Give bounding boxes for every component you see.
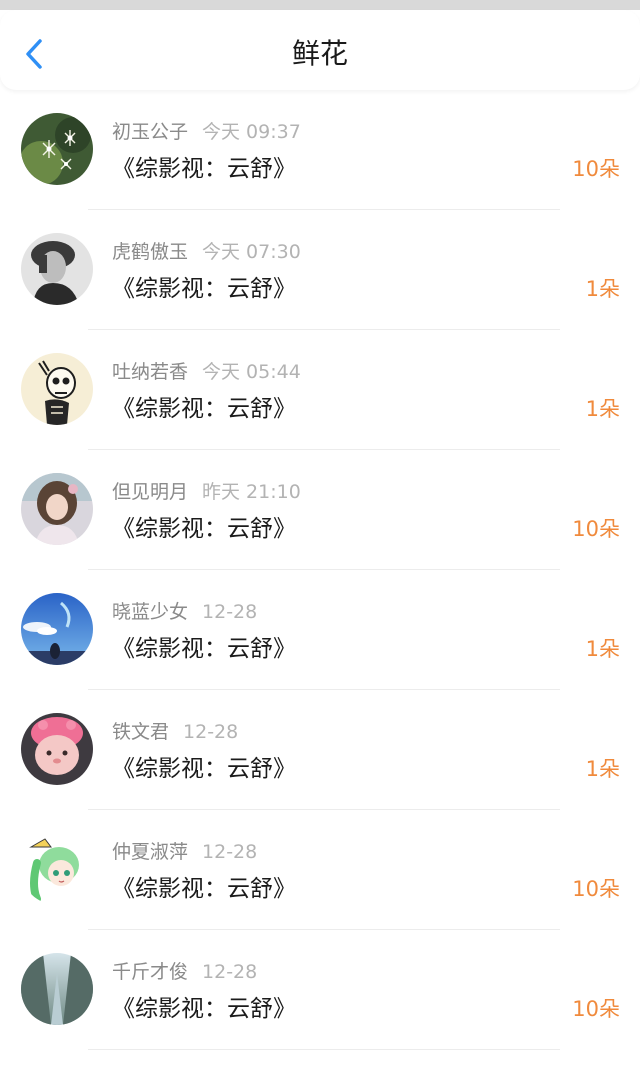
flower-count: 10朵 (572, 877, 620, 901)
user-name[interactable]: 铁文君 (112, 721, 169, 743)
flower-count: 10朵 (572, 997, 620, 1021)
user-name[interactable]: 初玉公子 (112, 121, 188, 143)
list-item[interactable]: 初玉公子 今天 09:37 《综影视：云舒》 10朵 (0, 90, 640, 210)
book-title: 《综影视：云舒》 (112, 516, 296, 542)
timestamp: 12-28 (202, 841, 258, 863)
flower-count: 1朵 (585, 757, 620, 781)
timestamp: 12-28 (202, 961, 258, 983)
item-meta: 虎鹤傲玉 今天 07:30 (112, 239, 301, 265)
flower-count: 10朵 (572, 517, 620, 541)
avatar-bw-portrait[interactable] (21, 233, 93, 305)
flower-list: 初玉公子 今天 09:37 《综影视：云舒》 10朵 虎鹤傲玉 今天 07:30 《… (0, 90, 640, 1050)
avatar-tree-tunnel[interactable] (21, 953, 93, 1025)
item-meta: 晓蓝少女 12-28 (112, 599, 257, 625)
item-meta: 铁文君 12-28 (112, 719, 238, 745)
list-item[interactable]: 晓蓝少女 12-28 《综影视：云舒》 1朵 (0, 570, 640, 690)
list-item[interactable]: 虎鹤傲玉 今天 07:30 《综影视：云舒》 1朵 (0, 210, 640, 330)
page-title: 鲜花 (291, 37, 348, 70)
user-name[interactable]: 但见明月 (112, 481, 188, 503)
timestamp: 今天 09:37 (202, 121, 301, 143)
user-name[interactable]: 虎鹤傲玉 (112, 241, 188, 263)
nav-header: 鲜花 (0, 10, 640, 90)
timestamp: 今天 05:44 (202, 361, 301, 383)
list-item[interactable]: 千斤才俊 12-28 《综影视：云舒》 10朵 (0, 930, 640, 1050)
avatar-green-anime[interactable] (21, 833, 93, 905)
flower-count: 10朵 (572, 157, 620, 181)
book-title: 《综影视：云舒》 (112, 996, 296, 1022)
item-meta: 吐纳若香 今天 05:44 (112, 359, 301, 385)
item-meta: 仲夏淑萍 12-28 (112, 839, 257, 865)
timestamp: 今天 07:30 (202, 241, 301, 263)
timestamp: 昨天 21:10 (202, 481, 301, 503)
item-meta: 千斤才俊 12-28 (112, 959, 257, 985)
user-name[interactable]: 千斤才俊 (112, 961, 188, 983)
divider (88, 1049, 560, 1050)
item-meta: 初玉公子 今天 09:37 (112, 119, 301, 145)
avatar-girl-photo[interactable] (21, 473, 93, 545)
book-title: 《综影视：云舒》 (112, 636, 296, 662)
avatar-skull-sketch[interactable] (21, 353, 93, 425)
avatar-sparkle-flowers[interactable] (21, 113, 93, 185)
flower-count: 1朵 (585, 277, 620, 301)
status-strip (0, 0, 640, 10)
list-item[interactable]: 但见明月 昨天 21:10 《综影视：云舒》 10朵 (0, 450, 640, 570)
user-name[interactable]: 吐纳若香 (112, 361, 188, 383)
timestamp: 12-28 (183, 721, 239, 743)
timestamp: 12-28 (202, 601, 258, 623)
book-title: 《综影视：云舒》 (112, 156, 296, 182)
list-item[interactable]: 吐纳若香 今天 05:44 《综影视：云舒》 1朵 (0, 330, 640, 450)
list-item[interactable]: 铁文君 12-28 《综影视：云舒》 1朵 (0, 690, 640, 810)
book-title: 《综影视：云舒》 (112, 396, 296, 422)
flower-count: 1朵 (585, 397, 620, 421)
avatar-blue-sky[interactable] (21, 593, 93, 665)
user-name[interactable]: 晓蓝少女 (112, 601, 188, 623)
flower-count: 1朵 (585, 637, 620, 661)
list-item[interactable]: 仲夏淑萍 12-28 《综影视：云舒》 10朵 (0, 810, 640, 930)
book-title: 《综影视：云舒》 (112, 876, 296, 902)
book-title: 《综影视：云舒》 (112, 756, 296, 782)
book-title: 《综影视：云舒》 (112, 276, 296, 302)
user-name[interactable]: 仲夏淑萍 (112, 841, 188, 863)
item-meta: 但见明月 昨天 21:10 (112, 479, 301, 505)
avatar-pink-cat[interactable] (21, 713, 93, 785)
